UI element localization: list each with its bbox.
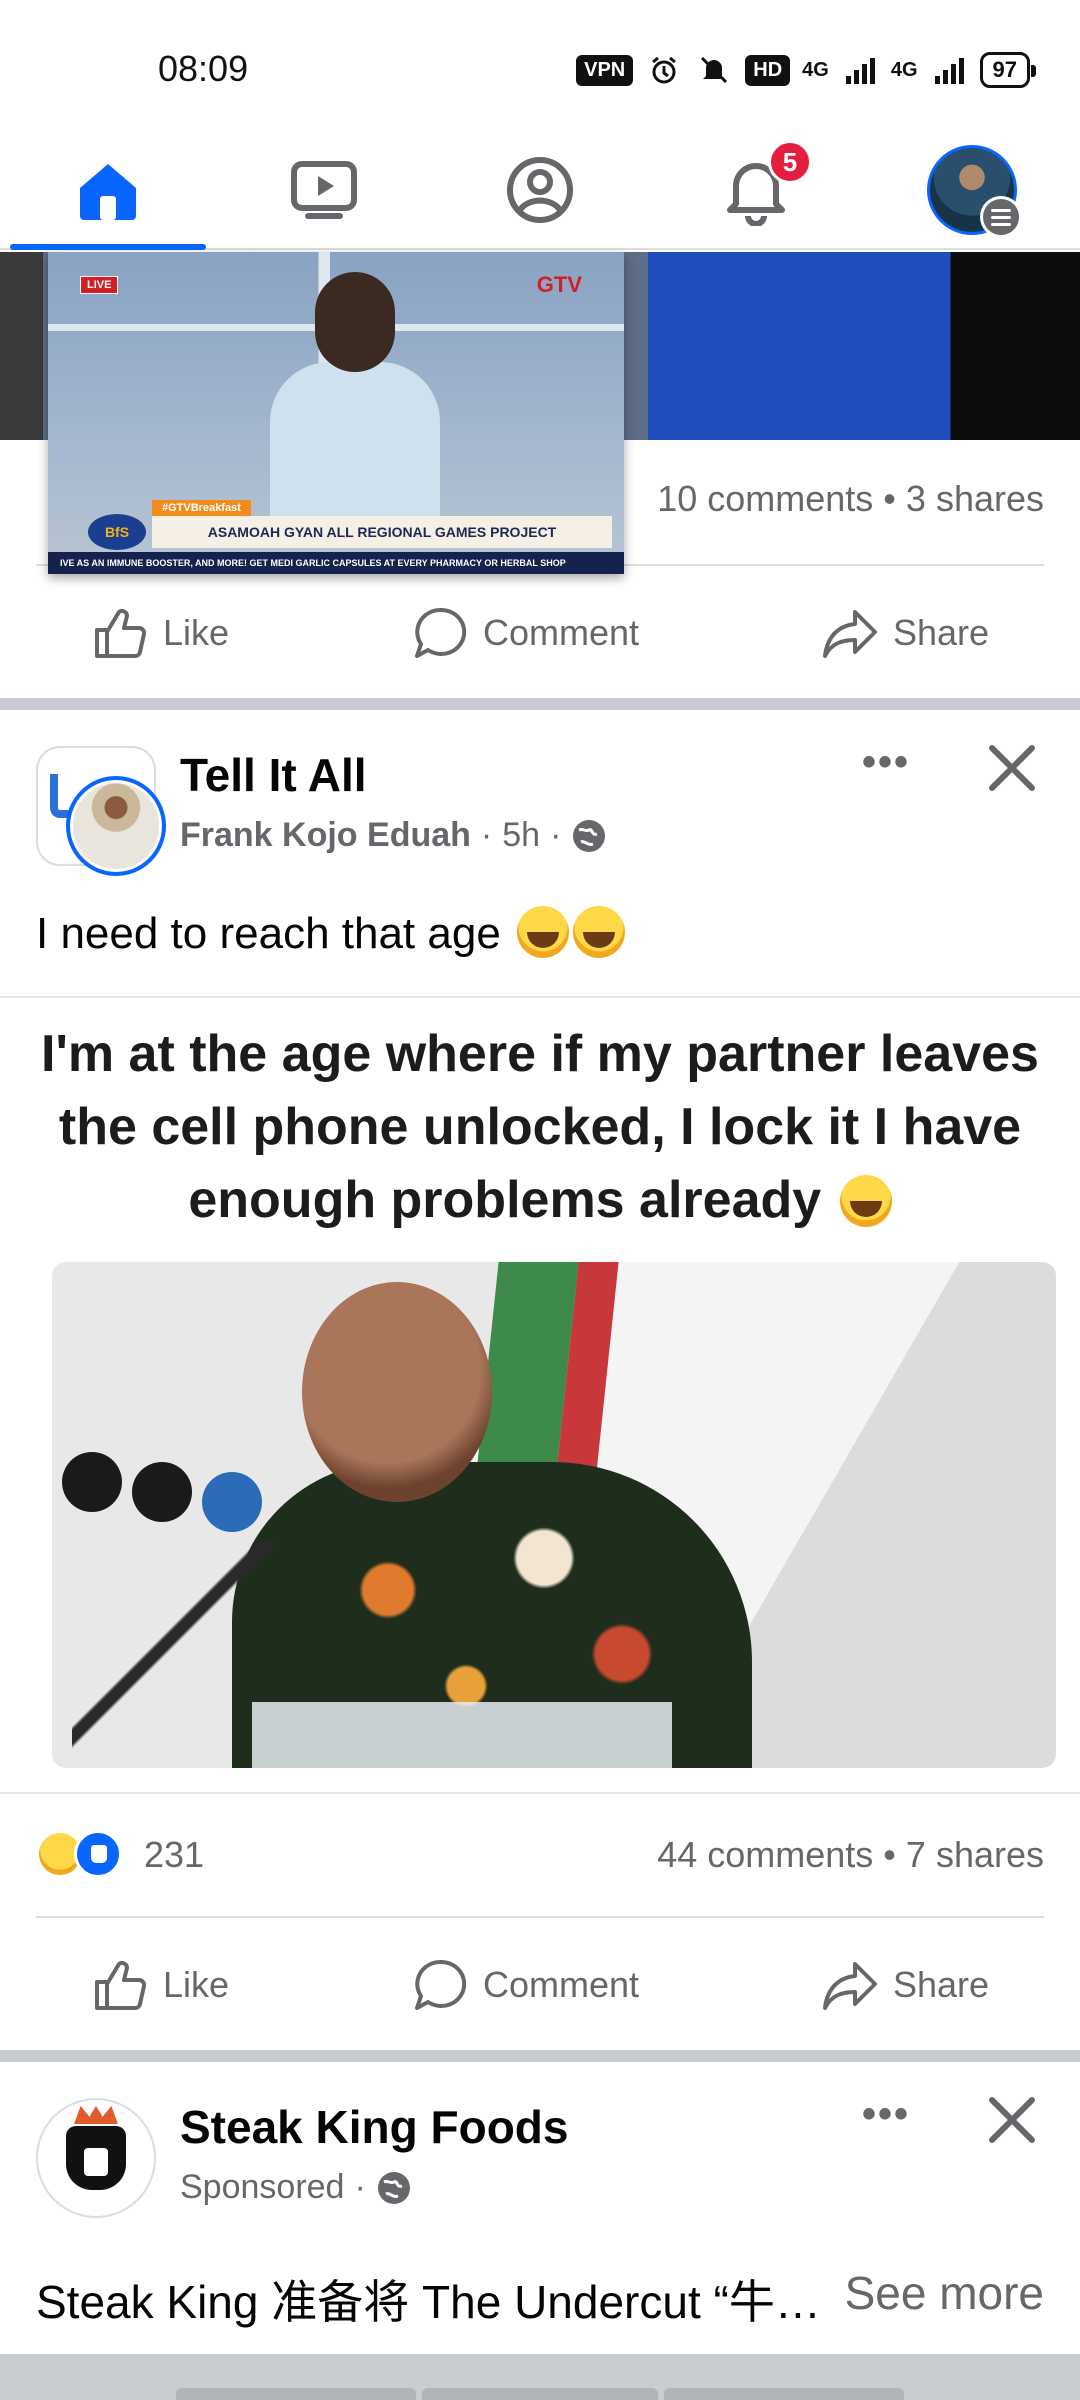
see-more-link[interactable]: See more — [845, 2266, 1044, 2320]
tab-menu[interactable] — [864, 130, 1080, 250]
microphone-icon — [62, 1452, 122, 1512]
status-time: 08:09 — [158, 48, 249, 89]
notification-badge: 5 — [768, 140, 812, 184]
comment-icon — [414, 1959, 467, 2010]
close-icon[interactable] — [982, 738, 1042, 798]
post-text-content: I need to reach that age — [36, 909, 501, 958]
video-presenter — [270, 272, 440, 542]
tab-profile[interactable] — [432, 130, 648, 250]
post-stats: 231 44 comments • 7 shares — [0, 1822, 1080, 1892]
globe-icon — [377, 2171, 410, 2204]
tab-notifications[interactable]: 5 — [648, 130, 864, 250]
status-icons: VPN HD 4G 4G 97 — [576, 52, 1037, 88]
menu-icon — [980, 196, 1022, 238]
signal-bars-icon — [845, 58, 875, 84]
sponsored-media-preview[interactable] — [0, 2354, 1080, 2400]
advertiser-name[interactable]: Steak King Foods — [180, 2100, 568, 2154]
signal-bars-icon-2 — [934, 58, 964, 84]
thumbs-up-icon — [94, 1961, 147, 2010]
lower-third-title: ASAMOAH GYAN ALL REGIONAL GAMES PROJECT — [152, 516, 612, 548]
more-options-button[interactable]: ••• — [862, 2092, 910, 2137]
microphone-icon — [132, 1462, 192, 1522]
sponsored-post-header: Steak King Foods Sponsored · ••• — [0, 2090, 1080, 2220]
alarm-icon — [652, 56, 677, 84]
globe-icon — [573, 819, 606, 852]
tab-video[interactable] — [216, 130, 432, 250]
comment-icon — [414, 607, 467, 658]
post-actions: Like Comment Share — [0, 1930, 1080, 2040]
home-icon — [80, 164, 136, 220]
avatar — [927, 145, 1022, 238]
page-avatar[interactable] — [36, 746, 166, 876]
profile-icon — [507, 157, 573, 223]
laughing-emoji-icon — [839, 1174, 892, 1227]
like-label: Like — [162, 1964, 230, 2005]
share-button[interactable]: Share — [821, 1956, 989, 2014]
share-label: Share — [892, 1964, 990, 2005]
live-badge: LIVE — [80, 276, 119, 294]
like-button[interactable]: Like — [91, 1956, 229, 2014]
divider — [36, 1916, 1044, 1918]
comments-shares-count[interactable]: 44 comments • 7 shares — [657, 1834, 1044, 1876]
news-ticker: IVE AS AN IMMUNE BOOSTER, AND MORE! GET … — [48, 552, 624, 574]
comment-label: Comment — [482, 1964, 639, 2005]
battery-indicator: 97 — [979, 52, 1037, 88]
sponsored-text: Steak King 准备将 The Undercut “牛… — [36, 2276, 821, 2328]
brand-avatar[interactable] — [36, 2098, 156, 2218]
lectern — [252, 1702, 672, 1768]
like-label: Like — [162, 612, 230, 653]
sponsored-label: Sponsored — [180, 2168, 345, 2206]
close-icon[interactable] — [982, 2090, 1042, 2150]
hd-indicator: HD — [745, 54, 791, 86]
sponsored-meta: Sponsored · — [180, 2168, 412, 2207]
post-time[interactable]: 5h — [502, 816, 540, 855]
meme-caption: I'm at the age where if my partner leave… — [10, 1018, 1070, 1236]
speaker-head — [302, 1282, 492, 1502]
channel-logo: GTV — [536, 272, 582, 297]
microphone-icon — [202, 1472, 262, 1532]
post-image[interactable]: I'm at the age where if my partner leave… — [0, 996, 1080, 1794]
post-meta: Frank Kojo Eduah · 5h · — [180, 816, 607, 855]
signal-icon-2: 4G — [890, 59, 918, 81]
comment-button[interactable]: Comment — [411, 1956, 639, 2014]
laughing-emoji-icon — [573, 906, 626, 958]
post-text: I need to reach that age — [36, 906, 626, 959]
page-name[interactable]: Tell It All — [180, 748, 367, 802]
reaction-icons[interactable] — [36, 1830, 122, 1878]
reaction-count[interactable]: 231 — [144, 1834, 204, 1876]
status-bar: 08:09 VPN HD 4G 4G 97 — [0, 0, 1080, 130]
like-button[interactable]: Like — [91, 604, 229, 662]
share-icon — [822, 1962, 877, 2010]
tab-home[interactable] — [0, 130, 216, 250]
bull-logo-icon — [66, 2126, 126, 2190]
video-icon — [291, 161, 357, 219]
feed-separator — [0, 698, 1080, 710]
meme-photo — [52, 1262, 1056, 1768]
share-button[interactable]: Share — [821, 604, 989, 662]
comment-button[interactable]: Comment — [411, 604, 639, 662]
hashtag-tag: #GTVBreakfast — [152, 500, 251, 516]
thumbs-up-icon — [94, 609, 147, 658]
comment-label: Comment — [482, 612, 639, 653]
post-header: Tell It All Frank Kojo Eduah · 5h · ••• — [0, 738, 1080, 876]
mini-video-player[interactable]: LIVE GTV BfS #GTVBreakfast ASAMOAH GYAN … — [48, 252, 624, 574]
previous-post-stats[interactable]: 10 comments • 3 shares — [657, 478, 1044, 520]
top-navigation: 5 — [0, 130, 1080, 250]
like-reaction-icon — [74, 1830, 122, 1878]
share-icon — [822, 610, 877, 658]
more-options-button[interactable]: ••• — [862, 740, 910, 785]
author-avatar[interactable] — [66, 776, 166, 876]
previous-post-actions: Like Comment Share — [0, 578, 1080, 688]
mute-bell-icon — [701, 56, 728, 84]
laughing-emoji-icon — [517, 906, 570, 958]
show-logo: BfS — [88, 514, 146, 550]
signal-icon-1: 4G — [802, 59, 829, 81]
vpn-indicator: VPN — [576, 54, 634, 86]
share-label: Share — [892, 612, 990, 653]
feed-separator — [0, 2050, 1080, 2062]
author-name[interactable]: Frank Kojo Eduah — [180, 816, 471, 855]
